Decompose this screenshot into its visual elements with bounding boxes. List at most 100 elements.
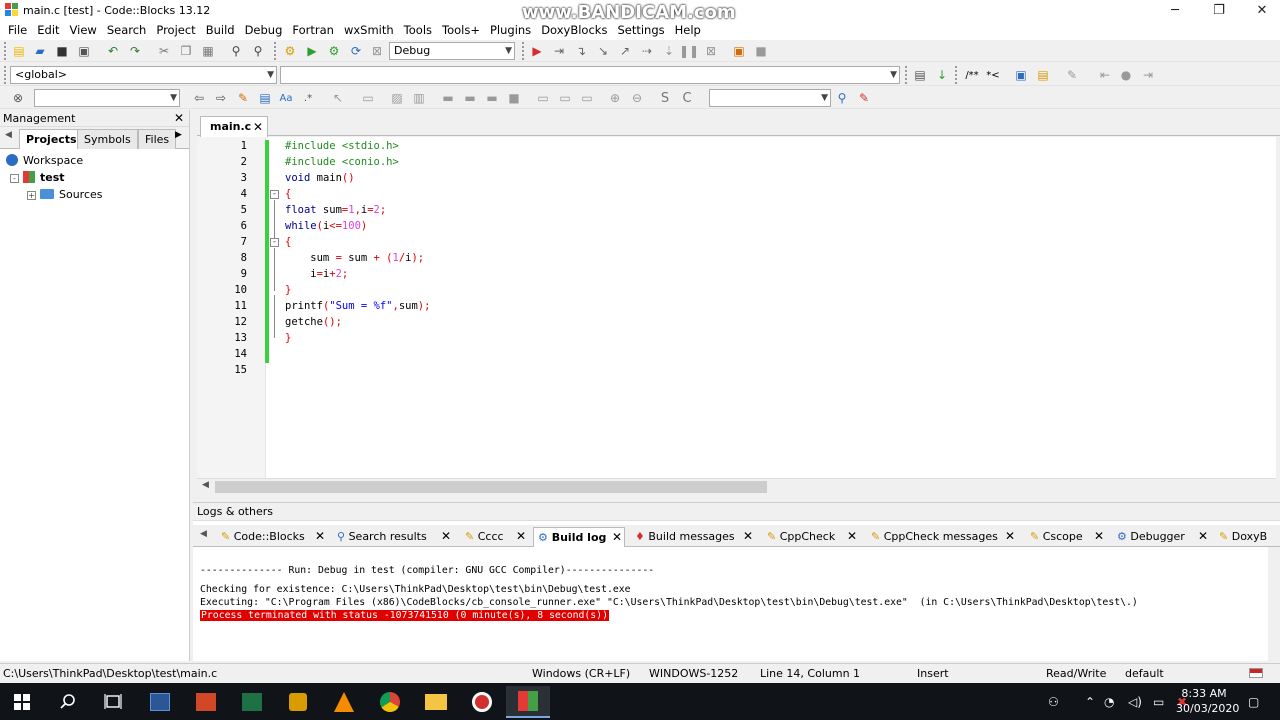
extract-docs-icon[interactable]: ▤ (1035, 67, 1051, 83)
rebuild-icon[interactable]: ⟳ (348, 43, 364, 59)
tab-doxyblocks[interactable]: ✎ DoxyB (1215, 527, 1280, 547)
taskbar-powerpoint[interactable] (184, 686, 228, 718)
tab-build-log[interactable]: ⚙ Build log ✕ (533, 527, 625, 547)
people-icon[interactable]: ⚇ (1048, 683, 1059, 720)
s-symbol-icon[interactable]: S (657, 90, 673, 106)
next-instruction-icon[interactable]: ⇢ (639, 43, 655, 59)
collapse-icon[interactable]: - (10, 174, 19, 183)
start-button[interactable] (0, 686, 44, 718)
save-all-icon[interactable]: ▣ (76, 43, 92, 59)
zoom-in-icon[interactable]: ⊕ (607, 90, 623, 106)
doxy-line-comment-button[interactable]: *< (984, 67, 1002, 83)
replace-icon[interactable]: ⚲ (250, 43, 266, 59)
menu-tools-plus[interactable]: Tools+ (437, 23, 485, 37)
close-icon[interactable]: ✕ (612, 528, 622, 547)
abort-icon[interactable]: ⊠ (369, 43, 385, 59)
toolbar-grip[interactable] (274, 42, 277, 60)
tab-cccc[interactable]: ✎ Cccc ✕ (461, 527, 527, 547)
wx-frame-icon[interactable]: ▭ (360, 90, 376, 106)
toolbar-grip[interactable] (955, 66, 958, 84)
tools-wrench-icon[interactable]: ✎ (1064, 67, 1080, 83)
logs-vertical-scrollbar[interactable] (1268, 547, 1280, 662)
menu-help[interactable]: Help (670, 23, 706, 37)
build-target-select[interactable]: Debug ▼ (389, 42, 515, 60)
menu-file[interactable]: File (3, 23, 32, 37)
close-icon[interactable]: ✕ (441, 527, 451, 546)
undo-icon[interactable]: ↶ (105, 43, 121, 59)
taskbar-chrome[interactable] (368, 686, 412, 718)
menu-settings[interactable]: Settings (612, 23, 669, 37)
tab-scroll-left-icon[interactable]: ◀ (200, 529, 207, 539)
wx-spacer-icon[interactable]: ▭ (557, 90, 573, 106)
step-instruction-icon[interactable]: ⇣ (661, 43, 677, 59)
build-gear-icon[interactable]: ⚙ (282, 43, 298, 59)
copy-icon[interactable]: ❐ (178, 43, 194, 59)
wx-box-icon[interactable]: ▬ (484, 90, 500, 106)
wx-align-icon[interactable]: ▥ (411, 90, 427, 106)
doxywizard-icon[interactable]: ▣ (1013, 67, 1029, 83)
close-icon[interactable]: ✕ (743, 527, 753, 546)
search-prev-icon[interactable]: ⇦ (191, 90, 207, 106)
wx-spacer-icon[interactable]: ▭ (579, 90, 595, 106)
tab-main-c[interactable]: main.c ✕ (200, 116, 268, 137)
close-icon[interactable]: ✕ (315, 527, 325, 546)
step-into-icon[interactable]: ↘ (595, 43, 611, 59)
tab-codeblocks-log[interactable]: ✎ Code::Blocks ✕ (217, 527, 329, 547)
tree-item-sources[interactable]: + Sources (27, 187, 103, 203)
zoom-out-icon[interactable]: ⊖ (629, 90, 645, 106)
toolbar-grip[interactable] (4, 66, 7, 84)
close-icon[interactable]: ✕ (1198, 527, 1208, 546)
menu-fortran[interactable]: Fortran (287, 23, 339, 37)
toolbar-grip[interactable] (4, 42, 7, 60)
tree-item-workspace[interactable]: Workspace (6, 153, 83, 169)
volume-icon[interactable]: ◁) (1128, 683, 1142, 720)
taskbar-bandicam[interactable] (460, 686, 504, 718)
step-out-icon[interactable]: ↗ (617, 43, 633, 59)
close-icon[interactable]: ✕ (516, 527, 526, 546)
fold-toggle[interactable]: - (270, 238, 279, 247)
menu-wxsmith[interactable]: wxSmith (339, 23, 399, 37)
wx-box-icon[interactable]: ▬ (440, 90, 456, 106)
scroll-left-icon[interactable]: ◀ (202, 480, 209, 490)
taskbar-clock[interactable]: 8:33 AM 30/03/2020 (1176, 686, 1239, 716)
toolbar-grip[interactable] (522, 42, 525, 60)
tools-icon[interactable]: ✎ (856, 90, 872, 106)
regex-icon[interactable]: .* (300, 90, 316, 106)
doxy-comment-block-button[interactable]: /** (962, 67, 982, 83)
maximize-button[interactable]: ❐ (1197, 0, 1241, 20)
close-icon[interactable]: ✕ (253, 117, 263, 137)
tab-cppcheck-messages[interactable]: ✎ CppCheck messages ✕ (867, 527, 1019, 547)
code-editor[interactable]: 1 2 3 4 5 6 7 8 9 10 11 12 13 14 15 - - … (197, 137, 1276, 478)
tab-debugger[interactable]: ⚙ Debugger ✕ (1113, 527, 1209, 547)
taskbar-search-button[interactable] (46, 686, 90, 718)
code-text[interactable]: #include <stdio.h> #include <conio.h> vo… (285, 137, 1275, 478)
menu-plugins[interactable]: Plugins (485, 23, 536, 37)
tab-search-results[interactable]: ⚲ Search results ✕ (333, 527, 455, 547)
debug-windows-icon[interactable]: ▣ (731, 43, 747, 59)
run-to-cursor-icon[interactable]: ⇥ (551, 43, 567, 59)
tab-cppcheck[interactable]: ✎ CppCheck ✕ (763, 527, 861, 547)
tab-symbols[interactable]: Symbols (77, 129, 138, 149)
symbol-search-input[interactable]: ▼ (709, 89, 831, 107)
toggle-bookmark-icon[interactable]: ● (1118, 67, 1134, 83)
menu-tools[interactable]: Tools (399, 23, 437, 37)
c-symbol-icon[interactable]: C (679, 90, 695, 106)
jump-declaration-icon[interactable]: ▤ (912, 67, 928, 83)
wx-image-icon[interactable]: ▨ (389, 90, 405, 106)
clear-search-icon[interactable]: ⊗ (10, 90, 26, 106)
paste-icon[interactable]: ▦ (200, 43, 216, 59)
wx-box-icon[interactable]: ■ (506, 90, 522, 106)
wx-spacer-icon[interactable]: ▭ (535, 90, 551, 106)
scroll-thumb[interactable] (215, 481, 767, 493)
tab-files[interactable]: Files (138, 129, 177, 149)
run-icon[interactable]: ▶ (304, 43, 320, 59)
browse-forward-icon[interactable]: ⇥ (1140, 67, 1156, 83)
tab-build-messages[interactable]: ♦ Build messages ✕ (631, 527, 757, 547)
taskbar-excel[interactable] (230, 686, 274, 718)
stop-debug-icon[interactable]: ⊠ (703, 43, 719, 59)
expand-icon[interactable]: + (27, 191, 36, 200)
browse-back-icon[interactable]: ⇤ (1097, 67, 1113, 83)
editor-horizontal-scrollbar[interactable]: ◀ (197, 478, 1276, 494)
task-view-button[interactable] (91, 686, 135, 718)
toolbar-grip[interactable] (905, 66, 908, 84)
